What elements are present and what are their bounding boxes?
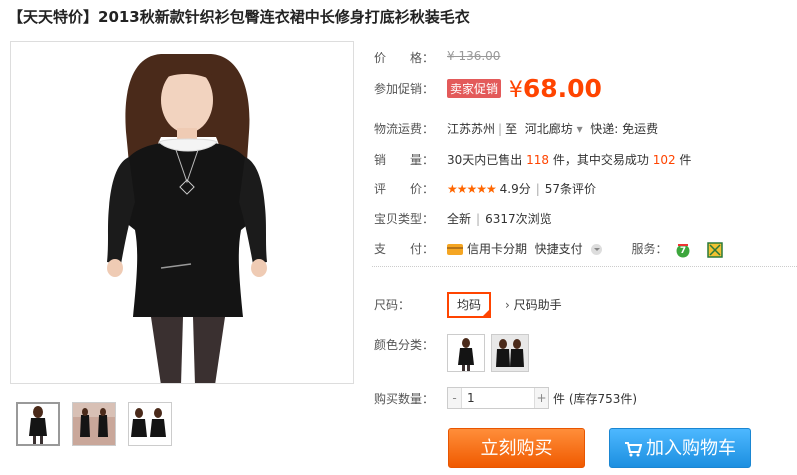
- section-divider: [372, 266, 797, 267]
- rating-label: 评 价：: [374, 182, 435, 196]
- size-helper-label: 尺码助手: [513, 298, 562, 312]
- credit-card-icon: [447, 244, 463, 255]
- ship-to[interactable]: 河北廊坊: [525, 122, 573, 136]
- seller-promo-badge: 卖家促销: [447, 79, 502, 98]
- shipping-value: 江苏苏州 | 至 河北廊坊 ▾ 快递: 免运费: [447, 122, 659, 136]
- color-swatch-image: [492, 335, 528, 371]
- active-thumb-indicator: [34, 402, 46, 403]
- promo-value: 卖家促销 ¥68.00: [447, 74, 602, 103]
- item-type-label: 宝贝类型：: [374, 212, 435, 226]
- thumbnail-2[interactable]: [72, 402, 116, 446]
- thumbnail-image: [73, 403, 115, 445]
- original-price: ¥ 136.00: [447, 49, 501, 63]
- size-helper-link[interactable]: › 尺码助手: [505, 296, 562, 313]
- selected-check-icon: [481, 308, 491, 318]
- item-type-value: 全新 | 6317次浏览: [447, 212, 552, 226]
- quick-pay[interactable]: 快捷支付: [535, 242, 583, 256]
- size-label: 尺码：: [374, 298, 411, 312]
- sales-suffix: 件: [679, 153, 692, 167]
- item-condition: 全新: [447, 212, 472, 226]
- quantity-input[interactable]: [463, 388, 534, 408]
- size-option-one-size[interactable]: 均码: [447, 292, 491, 318]
- stock-info: 件 (库存753件): [553, 392, 638, 406]
- sales-value: 30天内已售出 118 件，其中交易成功 102 件: [447, 151, 691, 168]
- color-option-1[interactable]: [447, 334, 485, 372]
- chevron-right-icon: ›: [505, 298, 510, 312]
- ship-to-sep: 至: [505, 122, 518, 136]
- add-to-cart-button[interactable]: 加入购物车: [609, 428, 751, 468]
- product-photo: [11, 42, 353, 383]
- currency-symbol: ¥: [508, 78, 523, 103]
- product-info-panel: 价 格： ¥ 136.00 参加促销： 卖家促销 ¥68.00 物流运费： 江苏…: [372, 0, 797, 475]
- payment-label: 支 付：: [374, 242, 435, 256]
- sales-prefix: 30天内已售出: [447, 153, 523, 167]
- price-label: 价 格：: [374, 51, 435, 65]
- sales-mid: 件，其中交易成功: [552, 153, 649, 167]
- color-option-2[interactable]: [491, 334, 529, 372]
- promo-amount: 68.00: [522, 74, 602, 103]
- sales-label: 销 量：: [374, 153, 435, 167]
- quantity-decrease-button[interactable]: -: [448, 388, 462, 408]
- payment-value: 信用卡分期 快捷支付 服务： 7: [447, 240, 723, 258]
- ship-to-dropdown-icon[interactable]: ▾: [577, 122, 583, 136]
- ship-from[interactable]: 江苏苏州: [447, 122, 495, 136]
- thumbnail-3[interactable]: [128, 402, 172, 446]
- promo-label: 参加促销：: [374, 82, 435, 96]
- add-to-cart-label: 加入购物车: [646, 438, 736, 459]
- seven-day-return-icon[interactable]: 7: [675, 242, 691, 258]
- promo-price: ¥68.00: [509, 74, 602, 103]
- color-label: 颜色分类：: [374, 338, 435, 352]
- review-count-link[interactable]: 57条评价: [545, 182, 596, 196]
- guarantee-icon[interactable]: [707, 241, 723, 258]
- shipping-fee: 快递: 免运费: [590, 122, 659, 136]
- rating-stars-icon: ★★★★★: [447, 182, 497, 196]
- credit-installment[interactable]: 信用卡分期: [467, 242, 527, 256]
- service-label: 服务：: [631, 242, 668, 256]
- size-option-label: 均码: [456, 298, 481, 312]
- rating-score: 4.9分: [499, 182, 531, 196]
- payment-expand-icon[interactable]: [590, 244, 602, 255]
- color-swatch-image: [448, 335, 484, 371]
- quantity-increase-button[interactable]: +: [534, 388, 548, 408]
- quantity-stepper: - +: [447, 387, 549, 409]
- main-product-image[interactable]: [10, 41, 354, 384]
- thumbnail-image: [129, 403, 171, 445]
- cart-icon: [625, 442, 642, 457]
- thumbnail-1[interactable]: [16, 402, 60, 446]
- success-count: 102: [652, 153, 676, 167]
- rating-value: ★★★★★ 4.9分 | 57条评价: [447, 182, 597, 196]
- quantity-label: 购买数量：: [374, 392, 435, 406]
- shipping-label: 物流运费：: [374, 122, 435, 136]
- seven-day-return-text: 7: [680, 246, 686, 256]
- thumbnail-image: [18, 404, 58, 444]
- sales-count: 118: [526, 153, 550, 167]
- buy-now-button[interactable]: 立刻购买: [448, 428, 585, 468]
- item-views: 6317次浏览: [485, 212, 552, 226]
